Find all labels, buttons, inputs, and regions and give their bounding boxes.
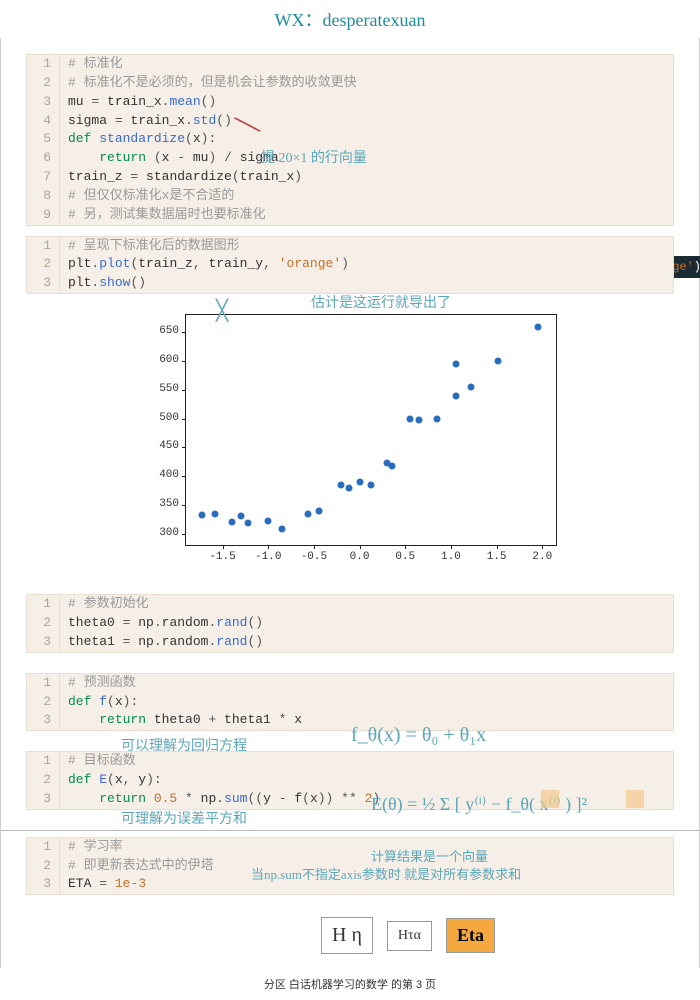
y-tick-label: 550 <box>135 383 179 395</box>
code-line: 8# 但仅仅标准化x是不合适的 <box>27 187 673 206</box>
eta-symbols-panel: Η η Ητα Eta <box>321 917 495 954</box>
code-line: 2def f(x): <box>27 693 673 712</box>
code-line: 1# 目标函数 <box>27 752 673 771</box>
code-line: 3mu = train_x.mean() <box>27 93 673 112</box>
page-footer: 分区 白话机器学习的数学 的第 3 页 <box>0 968 700 1000</box>
code-line: 3theta1 = np.random.rand() <box>27 633 673 652</box>
code-line: 2plt.plot(train_z, train_y, 'orange') <box>27 255 673 274</box>
x-tick-label: 0.0 <box>350 551 370 563</box>
data-point <box>468 384 475 391</box>
x-tick-label: 1.0 <box>441 551 461 563</box>
code-line: 1# 标准化 <box>27 55 673 74</box>
y-tick-label: 600 <box>135 354 179 366</box>
y-tick-label: 400 <box>135 469 179 481</box>
x-tick-label: 2.0 <box>532 551 552 563</box>
watermark-header: WX：desperatexuan <box>0 0 700 38</box>
code-line: 3 return 0.5 * np.sum((y - f(x)) ** 2) <box>27 790 673 809</box>
data-point <box>368 481 375 488</box>
data-point <box>495 358 502 365</box>
data-point <box>415 416 422 423</box>
data-point <box>278 526 285 533</box>
page-content: 1# 标准化2# 标准化不是必须的，但是机会让参数的收敛更快3mu = trai… <box>0 38 700 968</box>
code-line: 3ETA = 1e-3 <box>27 875 673 894</box>
x-tick-label: -0.5 <box>301 551 327 563</box>
data-point <box>316 507 323 514</box>
data-point <box>452 361 459 368</box>
data-point <box>406 415 413 422</box>
code-block-standardize: 1# 标准化2# 标准化不是必须的，但是机会让参数的收敛更快3mu = trai… <box>26 54 674 226</box>
code-line: 1# 学习率 <box>27 838 673 857</box>
x-tick-label: -1.5 <box>209 551 235 563</box>
code-block-eta: 1# 学习率2# 即更新表达式中的伊塔3ETA = 1e-3 <box>26 837 674 896</box>
code-line: 9# 另，测试集数据届时也要标准化 <box>27 206 673 225</box>
data-point <box>356 478 363 485</box>
eta-symbol-3: Eta <box>446 918 495 953</box>
y-tick-label: 300 <box>135 527 179 539</box>
annotation-4: 可理解为误差平方和 <box>121 808 247 828</box>
y-tick-label: 650 <box>135 325 179 337</box>
code-line: 2# 标准化不是必须的，但是机会让参数的收敛更快 <box>27 74 673 93</box>
x-tick-label: -1.0 <box>255 551 281 563</box>
section-divider <box>1 830 699 831</box>
code-block-objective: 1# 目标函数2def E(x, y):3 return 0.5 * np.su… <box>26 751 674 810</box>
y-tick-label: 350 <box>135 498 179 510</box>
data-point <box>245 520 252 527</box>
x-tick-label: 0.5 <box>395 551 415 563</box>
data-point <box>265 517 272 524</box>
data-point <box>338 481 345 488</box>
eta-symbol-1: Η η <box>321 917 373 954</box>
data-point <box>534 323 541 330</box>
data-point <box>345 484 352 491</box>
code-line: 7train_z = standardize(train_x) <box>27 168 673 187</box>
code-line: 3 return theta0 + theta1 * x <box>27 711 673 730</box>
highlight-box-2 <box>626 790 644 808</box>
y-tick-label: 450 <box>135 440 179 452</box>
code-line: 2# 即更新表达式中的伊塔 <box>27 857 673 876</box>
code-block-plot: 1# 呈现下标准化后的数据图形2plt.plot(train_z, train_… <box>26 236 674 295</box>
eta-symbol-2: Ητα <box>387 921 432 951</box>
code-line: 5def standardize(x): <box>27 130 673 149</box>
code-line: 2def E(x, y): <box>27 771 673 790</box>
code-line: 3plt.show() <box>27 274 673 293</box>
code-line: 2theta0 = np.random.rand() <box>27 614 673 633</box>
scatter-chart: -1.5 -1.0 -0.5 0.0 0.5 1.0 1.5 2.0 300 350 400 450… <box>135 304 565 574</box>
data-point <box>305 510 312 517</box>
data-point <box>388 462 395 469</box>
y-tick-label: 500 <box>135 412 179 424</box>
data-point <box>237 513 244 520</box>
code-line: 1# 参数初始化 <box>27 595 673 614</box>
code-block-predict: 1# 预测函数2def f(x):3 return theta0 + theta… <box>26 673 674 732</box>
data-point <box>228 519 235 526</box>
data-point <box>452 392 459 399</box>
data-point <box>434 415 441 422</box>
code-line: 4sigma = train_x.std() <box>27 112 673 131</box>
x-tick-label: 1.5 <box>487 551 507 563</box>
data-point <box>212 510 219 517</box>
code-line: 6 return (x - mu) / sigma <box>27 149 673 168</box>
code-line: 1# 预测函数 <box>27 674 673 693</box>
data-point <box>198 512 205 519</box>
highlight-box-1 <box>541 790 559 808</box>
code-block-init: 1# 参数初始化2theta0 = np.random.rand()3theta… <box>26 594 674 653</box>
code-line: 1# 呈现下标准化后的数据图形 <box>27 237 673 256</box>
